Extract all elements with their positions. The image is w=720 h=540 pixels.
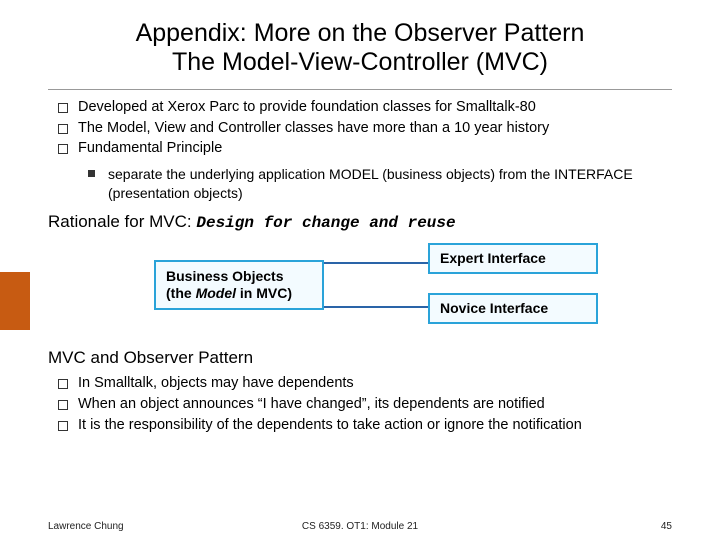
footer-course: CS 6359. OT1: Module 21 (302, 521, 418, 532)
t: in MVC) (236, 285, 292, 301)
box-text: Expert Interface (440, 250, 546, 266)
list-item: Fundamental Principle (58, 139, 672, 159)
box-text: Business Objects (166, 268, 312, 285)
content-area: Developed at Xerox Parc to provide found… (0, 98, 720, 435)
connector-line (324, 262, 428, 264)
list-item: Developed at Xerox Parc to provide found… (58, 98, 672, 118)
list-item: It is the responsibility of the dependen… (58, 416, 672, 436)
connector-line (324, 306, 428, 308)
bullet-list-2: In Smalltalk, objects may have dependent… (58, 374, 672, 435)
rationale-heading: Rationale for MVC: Design for change and… (48, 212, 672, 232)
list-item: In Smalltalk, objects may have dependent… (58, 374, 672, 394)
bullet-list-1: Developed at Xerox Parc to provide found… (58, 98, 672, 159)
t: Model (196, 285, 236, 301)
section-observer-heading: MVC and Observer Pattern (48, 348, 672, 368)
sub-bullet-list: separate the underlying application MODE… (88, 165, 672, 203)
list-item: separate the underlying application MODE… (88, 165, 672, 203)
box-novice-interface: Novice Interface (428, 293, 598, 324)
mvc-diagram: Business Objects (the Model in MVC) Expe… (48, 238, 672, 338)
title-block: Appendix: More on the Observer Pattern T… (0, 0, 720, 87)
title-line-1: Appendix: More on the Observer Pattern (40, 18, 680, 48)
rationale-label: Rationale for MVC: (48, 212, 192, 231)
box-expert-interface: Expert Interface (428, 243, 598, 274)
list-item: When an object announces “I have changed… (58, 395, 672, 415)
footer: Lawrence Chung CS 6359. OT1: Module 21 4… (48, 521, 672, 532)
list-item: The Model, View and Controller classes h… (58, 119, 672, 139)
title-rule (48, 89, 672, 90)
page-number: 45 (661, 521, 672, 532)
rationale-em: Design for change and reuse (196, 214, 455, 232)
title-line-2: The Model-View-Controller (MVC) (40, 48, 680, 77)
footer-author: Lawrence Chung (48, 521, 124, 532)
accent-bar (0, 272, 30, 330)
box-text: (the Model in MVC) (166, 285, 312, 302)
box-business-objects: Business Objects (the Model in MVC) (154, 260, 324, 310)
box-text: Novice Interface (440, 300, 548, 316)
t: (the (166, 285, 196, 301)
